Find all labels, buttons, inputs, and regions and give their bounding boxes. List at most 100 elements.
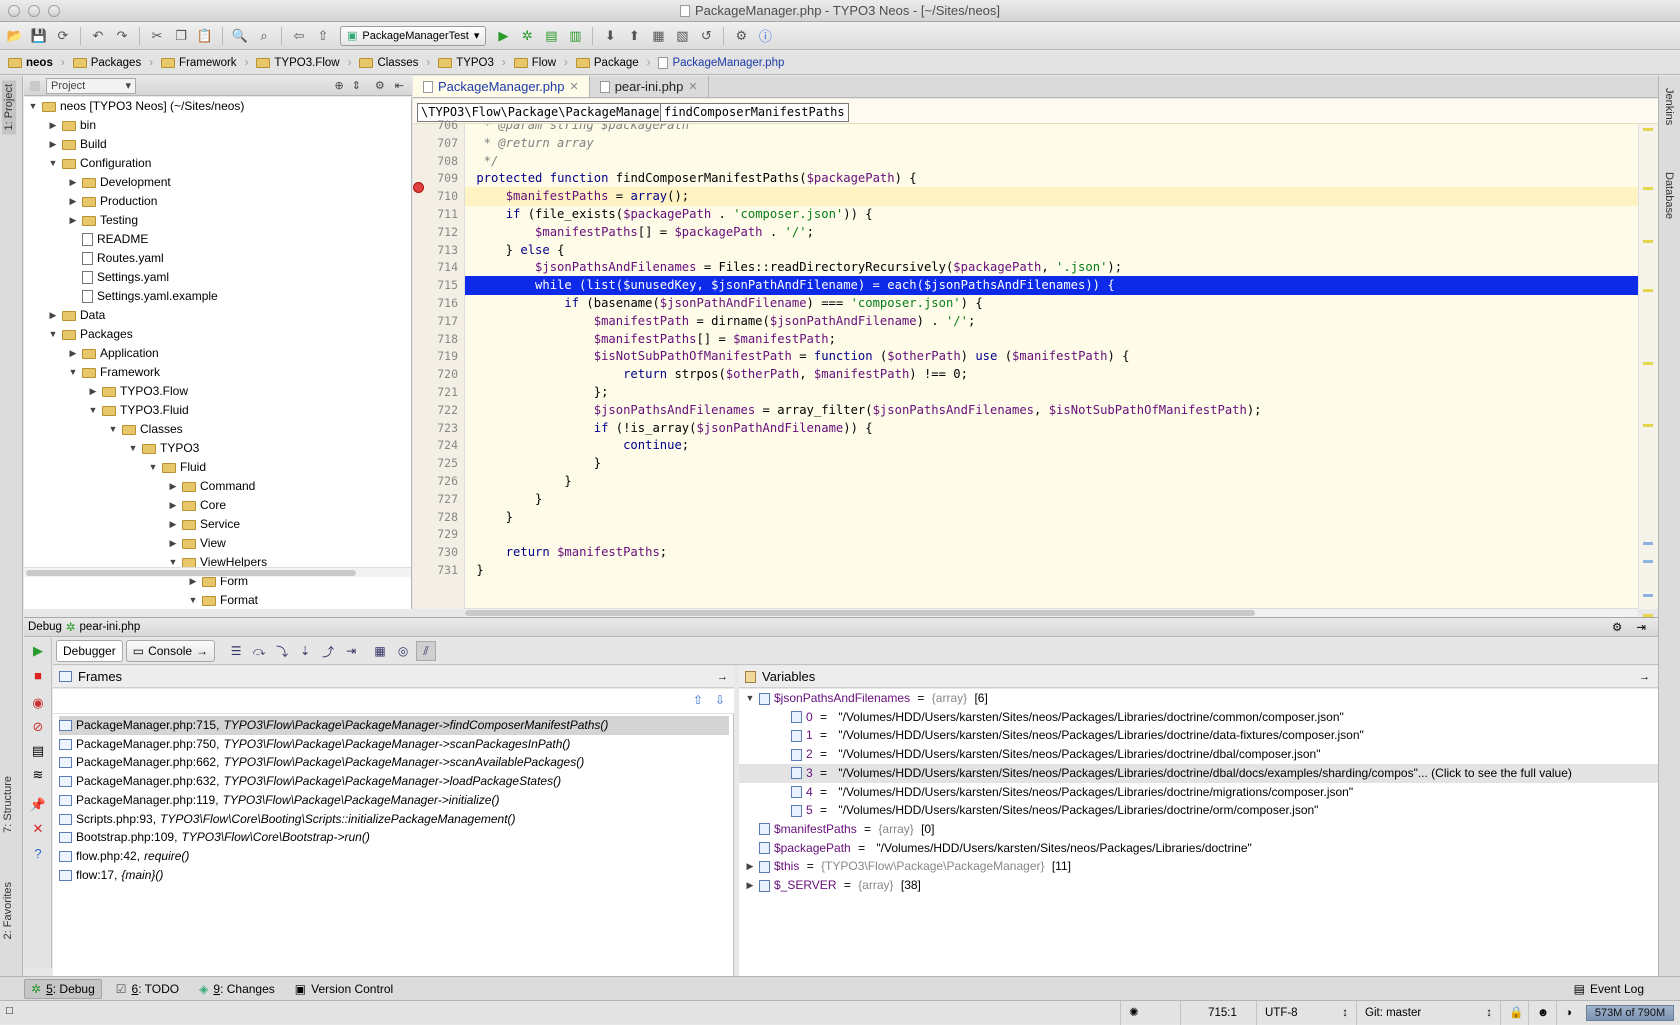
expanded-arrow-icon[interactable]: ▼ (28, 97, 38, 116)
collapse-all-icon[interactable]: ⇕ (352, 79, 361, 92)
error-stripe-mark[interactable] (1643, 289, 1653, 292)
collapsed-arrow-icon[interactable]: ▶ (48, 306, 58, 325)
tree-folder-item[interactable]: ▶ Service (168, 515, 240, 534)
collapsed-arrow-icon[interactable]: ▶ (68, 173, 78, 192)
expanded-arrow-icon[interactable]: ▼ (745, 689, 755, 708)
force-step-into-icon[interactable]: ⇣ (295, 641, 315, 661)
code-line[interactable]: } (465, 490, 1638, 509)
tree-folder-item[interactable]: ▼ Fluid (148, 458, 206, 477)
coverage-icon[interactable]: ▤ (540, 25, 562, 47)
collapsed-arrow-icon[interactable]: ▶ (168, 496, 178, 515)
debug-session-tab[interactable]: pear-ini.php (80, 621, 141, 633)
code-line[interactable]: $manifestPaths = array(); (465, 187, 1638, 207)
variable-element-row[interactable]: 3 = "/Volumes/HDD/Users/karsten/Sites/ne… (739, 763, 1658, 783)
step-into-icon[interactable]: ⤵ (272, 641, 292, 661)
editor-gutter[interactable]: 706 707 708 709 710 711 712 713 714 715 716 717 718 7… (413, 118, 465, 609)
vcs-history-icon[interactable]: ▧ (671, 25, 693, 47)
sync-icon[interactable]: ⟳ (52, 25, 74, 47)
step-out-icon[interactable]: ⤴ (318, 641, 338, 661)
code-line[interactable]: } (465, 508, 1638, 527)
gear-icon[interactable]: ⚙ (1612, 620, 1622, 634)
code-line[interactable]: if (basename($jsonPathAndFilename) === '… (465, 294, 1638, 313)
stop-icon[interactable]: ■ (29, 666, 47, 684)
code-line[interactable]: $jsonPathsAndFilenames = Files::readDire… (465, 258, 1638, 277)
collapsed-arrow-icon[interactable]: ▶ (745, 857, 755, 876)
structure-tool-tab[interactable]: 7: Structure (2, 776, 14, 833)
frame-item[interactable]: PackageManager.php:750, TYPO3\Flow\Packag… (59, 735, 729, 754)
variable-element-row[interactable]: 4 = "/Volumes/HDD/Users/karsten/Sites/ne… (777, 783, 1353, 802)
error-stripe-mark[interactable] (1643, 560, 1653, 563)
close-icon[interactable]: ✕ (688, 80, 697, 93)
collapsed-arrow-icon[interactable]: ▶ (168, 477, 178, 496)
tree-folder-item[interactable]: ▶ Command (168, 477, 256, 496)
tree-file-item[interactable]: Settings.yaml.example (68, 287, 218, 306)
error-stripe-mark[interactable] (1643, 542, 1653, 545)
save-icon[interactable]: 💾 (28, 25, 50, 47)
minimize-window-button[interactable] (28, 5, 40, 17)
help-icon[interactable]: ⓘ (754, 25, 776, 47)
expanded-arrow-icon[interactable]: ▼ (68, 363, 78, 382)
code-line[interactable]: } (465, 561, 1638, 580)
project-view-select[interactable]: Project ▾ (46, 77, 136, 94)
copy-icon[interactable]: ❐ (170, 25, 192, 47)
jenkins-tool-tab[interactable]: Jenkins (1663, 88, 1675, 125)
project-tool-tab[interactable]: 1: Project (2, 80, 16, 135)
open-icon[interactable]: 📂 (4, 25, 26, 47)
watch-icon[interactable]: ◎ (393, 641, 413, 661)
tab-packagemanager[interactable]: PackageManager.php ✕ (413, 76, 590, 97)
expanded-arrow-icon[interactable]: ▼ (48, 154, 58, 173)
inspector-icon[interactable]: ✺ (1120, 1001, 1160, 1025)
tree-file-item[interactable]: README (68, 230, 148, 249)
restore-layout-icon[interactable]: ⫽ (416, 641, 437, 661)
hide-panel-icon[interactable]: ⇤ (395, 79, 404, 92)
breadcrumb-item[interactable]: Flow › (510, 53, 572, 73)
redo-icon[interactable]: ↷ (111, 25, 133, 47)
code-line[interactable]: * @return array (465, 134, 1638, 153)
breadcrumb-item[interactable]: Classes › (355, 53, 434, 73)
tree-file-item[interactable]: Routes.yaml (68, 249, 164, 268)
tree-folder-item[interactable]: ▼ Format (188, 591, 258, 609)
paste-icon[interactable]: 📋 (194, 25, 216, 47)
tool-tab-todo[interactable]: ☑ 6: TODO (110, 979, 185, 999)
variable-row[interactable]: $manifestPaths = {array} [0] (745, 820, 934, 839)
mute-breakpoints-icon[interactable]: ⊘ (29, 718, 47, 736)
variable-row[interactable]: ▶ $this = {TYPO3\Flow\Package\PackageMana… (745, 857, 1071, 876)
variable-element-row[interactable]: 0 = "/Volumes/HDD/Users/karsten/Sites/ne… (777, 708, 1344, 727)
locate-icon[interactable]: ⊕ (334, 79, 343, 92)
expanded-arrow-icon[interactable]: ▼ (188, 591, 198, 609)
expanded-arrow-icon[interactable]: ▼ (108, 420, 118, 439)
error-stripe-mark[interactable] (1643, 424, 1653, 427)
vcs-branch[interactable]: Git: master ↕ (1356, 1001, 1500, 1025)
resume-icon[interactable]: ▶ (29, 642, 47, 660)
run-configuration-select[interactable]: ▣ PackageManagerTest ▾ (340, 25, 487, 46)
tool-tab-changes[interactable]: ◈ 9: Changes (193, 979, 281, 999)
code-line[interactable]: return strpos($otherPath, $manifestPath)… (465, 365, 1638, 384)
variable-row[interactable]: ▶ $_SERVER = {array} [38] (745, 876, 921, 895)
frame-item[interactable]: Bootstrap.php:109, TYPO3\Flow\Core\Bootst… (59, 828, 729, 847)
tree-folder-item[interactable]: ▶ Application (68, 344, 159, 363)
tree-folder-item[interactable]: ▶ Production (68, 192, 158, 211)
error-stripe-mark[interactable] (1643, 128, 1653, 131)
close-window-button[interactable] (8, 5, 20, 17)
breadcrumb-item[interactable]: TYPO3.Flow › (252, 53, 355, 73)
tree-folder-item[interactable]: ▼ Framework (68, 363, 160, 382)
error-stripe[interactable] (1638, 124, 1658, 617)
vcs-update-icon[interactable]: ⬇ (599, 25, 621, 47)
tree-folder-item[interactable]: ▶ bin (48, 116, 96, 135)
status-toggle-icon[interactable]: □ (6, 1005, 13, 1017)
tree-horizontal-scrollbar[interactable] (24, 567, 411, 577)
view-breakpoints-icon[interactable]: ◉ (29, 694, 47, 712)
close-icon[interactable]: ✕ (569, 80, 578, 93)
collapsed-arrow-icon[interactable]: ▶ (68, 344, 78, 363)
error-stripe-mark[interactable] (1643, 362, 1653, 365)
code-line[interactable]: if (!is_array($jsonPathAndFilename)) { (465, 419, 1638, 438)
tab-console[interactable]: ▭ Console → (125, 640, 216, 662)
code-line[interactable]: if (file_exists($packagePath . 'composer… (465, 205, 1638, 224)
code-line[interactable]: $manifestPaths[] = $manifestPath; (465, 330, 1638, 349)
toggle-icon[interactable]: ◑ (1556, 1001, 1584, 1025)
tree-folder-item[interactable]: ▶ Testing (68, 211, 139, 230)
tree-folder-item[interactable]: ▶ Core (168, 496, 226, 515)
show-execution-point-icon[interactable]: ☰ (226, 641, 246, 661)
collapsed-arrow-icon[interactable]: ▶ (68, 211, 78, 230)
tree-folder-item[interactable]: ▼ Classes (108, 420, 183, 439)
